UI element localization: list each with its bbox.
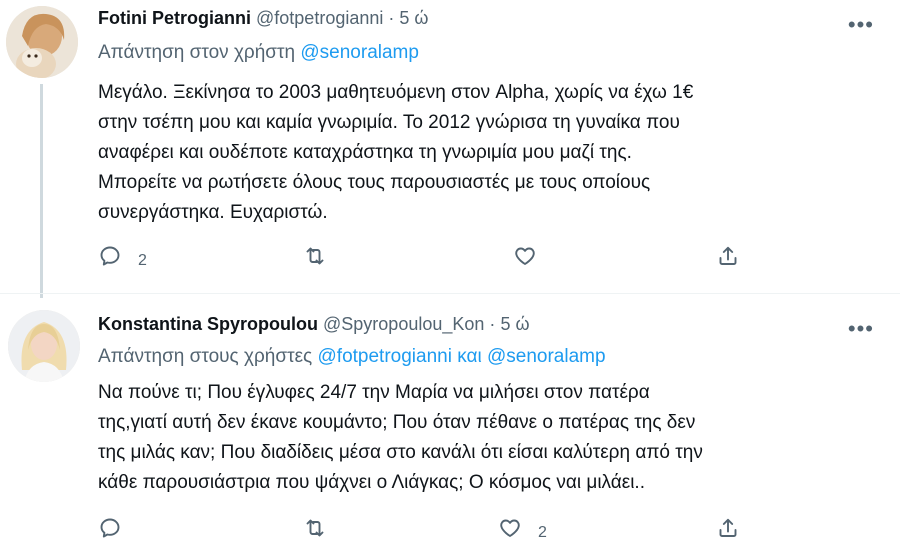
like-icon [513, 244, 537, 273]
reply-prefix: Απάντηση στον χρήστη [98, 42, 296, 63]
tweet-text-line: στην τσέπη μου και καμία γνωριμία. Το 20… [98, 112, 680, 133]
reply-icon [98, 516, 122, 545]
tweet-text-line: κάθε παρουσιάστρια που ψάχνει ο Λιάγκας;… [98, 472, 645, 493]
tweet-header: Konstantina Spyropoulou @Spyropoulou_Kon… [98, 314, 880, 340]
retweet-button[interactable] [303, 244, 343, 272]
tweet-actions: 2 [98, 516, 758, 544]
retweet-button[interactable] [303, 516, 343, 544]
author-name[interactable]: Konstantina Spyropoulou [98, 314, 318, 334]
tweet[interactable]: Fotini Petrogianni @fotpetrogianni · 5 ώ… [0, 0, 900, 298]
share-button[interactable] [716, 244, 740, 272]
mention-link[interactable]: @senoralamp [300, 42, 419, 63]
tweet-text-line: της μιλάς καν; Που διαδίδεις μέσα στο κα… [98, 442, 703, 463]
tweet[interactable]: Konstantina Spyropoulou @Spyropoulou_Kon… [0, 302, 900, 556]
like-button[interactable] [513, 244, 553, 272]
mention-link[interactable]: @senoralamp [487, 346, 606, 367]
retweet-icon [303, 516, 327, 545]
reply-icon [98, 244, 122, 273]
reply-count: 2 [138, 252, 147, 269]
retweet-icon [303, 244, 327, 273]
more-icon[interactable]: ••• [848, 316, 874, 342]
mention-handle: @fotpetrogianni [317, 346, 452, 367]
tweet-actions: 2 [98, 244, 758, 272]
share-icon [716, 516, 740, 545]
more-icon[interactable]: ••• [848, 12, 874, 38]
reply-button[interactable]: 2 [98, 244, 147, 272]
tweet-text: Να πούνε τι; Που έγλυφες 24/7 την Μαρία … [98, 378, 818, 498]
tweet-text-line: αναφέρει και ουδέποτε καταχράστηκα τη γν… [98, 142, 632, 163]
share-icon [716, 244, 740, 273]
tweet-text-line: Μεγάλο. Ξεκίνησα το 2003 μαθητευόμενη στ… [98, 82, 694, 103]
like-icon [498, 516, 522, 545]
author-handle[interactable]: @Spyropoulou_Kon [323, 314, 484, 334]
tweet-divider [0, 293, 900, 294]
avatar[interactable] [8, 310, 80, 382]
reply-prefix: Απάντηση στους χρήστες [98, 346, 313, 367]
share-button[interactable] [716, 516, 740, 544]
tweet-text-line: Μπορείτε να ρωτήσετε όλους τους παρουσια… [98, 172, 651, 193]
tweet-text-line: Να πούνε τι; Που έγλυφες 24/7 την Μαρία … [98, 382, 650, 403]
reply-context: Απάντηση στους χρήστες @fotpetrogianni κ… [98, 346, 606, 368]
reply-button[interactable] [98, 516, 138, 544]
mention-joiner: και [457, 346, 482, 367]
tweet-text-line: της,γιατί αυτή δεν έκανε κουμάντο; Που ό… [98, 412, 696, 433]
author-name[interactable]: Fotini Petrogianni [98, 8, 251, 28]
tweet-header: Fotini Petrogianni @fotpetrogianni · 5 ώ [98, 8, 880, 34]
author-handle[interactable]: @fotpetrogianni [256, 8, 383, 28]
timestamp[interactable]: 5 ώ [500, 314, 529, 334]
tweet-text-line: συνεργάστηκα. Ευχαριστώ. [98, 202, 328, 223]
like-button[interactable]: 2 [498, 516, 547, 544]
timestamp[interactable]: 5 ώ [399, 8, 428, 28]
separator-dot: · [489, 314, 496, 334]
separator-dot: · [388, 8, 395, 28]
avatar[interactable] [6, 6, 78, 78]
mention-link[interactable]: @fotpetrogianni και [318, 346, 482, 367]
like-count: 2 [538, 524, 547, 541]
thread-line [40, 84, 43, 298]
reply-context: Απάντηση στον χρήστη @senoralamp [98, 42, 419, 64]
tweet-text: Μεγάλο. Ξεκίνησα το 2003 μαθητευόμενη στ… [98, 78, 818, 228]
